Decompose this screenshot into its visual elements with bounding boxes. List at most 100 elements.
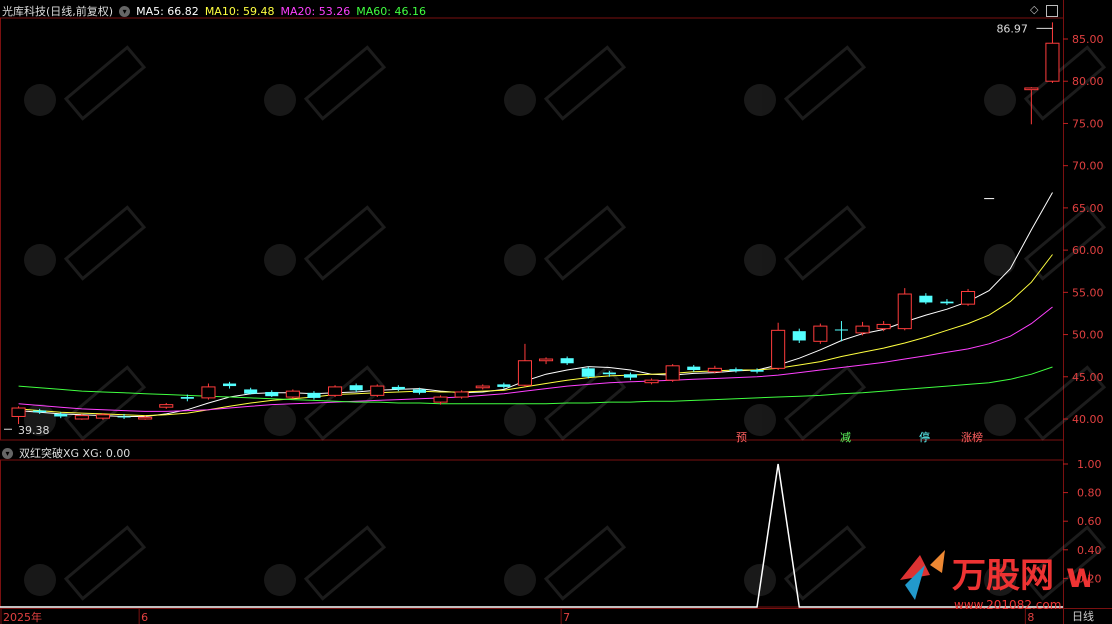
ma-line-ma5 (18, 192, 1053, 417)
watermark-mark (264, 244, 296, 276)
y-tick-label: 55.00 (1072, 286, 1104, 299)
ma5-legend: MA5: 66.82 (136, 4, 199, 18)
candle-body (897, 293, 912, 330)
candle-body (117, 416, 131, 418)
y-tick-label: 45.00 (1072, 371, 1104, 384)
watermark-mark (264, 404, 296, 436)
watermark-mark (984, 244, 1016, 276)
period-label[interactable]: 日线 (1072, 608, 1094, 624)
watermark-text: 万股网 www.201082.com (952, 556, 1090, 596)
candle-body (475, 385, 490, 389)
chevron-down-icon[interactable]: ▾ (2, 447, 13, 459)
candle-body (961, 290, 976, 305)
candle-body (159, 404, 174, 408)
candle-body (581, 368, 595, 377)
watermark-tile (744, 45, 867, 121)
y-tick-label: 75.00 (1072, 117, 1104, 130)
watermark-mark (744, 244, 776, 276)
watermark-mark (264, 84, 296, 116)
candle-body (729, 369, 743, 371)
watermark-tile (264, 525, 387, 601)
candle-body (665, 365, 680, 381)
candle-body (454, 391, 469, 398)
y-tick-label: 50.00 (1072, 329, 1104, 342)
chevron-down-icon[interactable]: ▾ (119, 5, 131, 17)
candle-body (138, 416, 153, 420)
y-tick-label: 85.00 (1072, 33, 1104, 46)
indicator-header: ▾ 双红突破XG XG: 0.00 (2, 445, 136, 461)
signal-badge-ting: 停 (919, 431, 930, 444)
watermark-tile (984, 205, 1107, 281)
watermark-mark (63, 525, 147, 601)
watermark-tile (504, 525, 627, 601)
kline-chart[interactable]: 85.00 80.00 75.00 70.00 65.00 60.00 55.00 50.00… (0, 0, 1112, 624)
candle-body (792, 331, 806, 341)
y-tick-label: 70.00 (1072, 160, 1104, 173)
watermark-mark (63, 205, 147, 281)
candle-body (433, 396, 448, 403)
candle-body (560, 358, 574, 364)
signal-badge-yu: 预 (736, 431, 747, 444)
candle-body (919, 295, 933, 303)
candle-body (771, 329, 786, 369)
watermark-tile (744, 365, 867, 441)
candle-body (391, 386, 405, 390)
y-tick-label: 1.00 (1077, 458, 1102, 471)
watermark-mark (543, 525, 627, 601)
watermark-tile (504, 45, 627, 121)
candle-body (95, 414, 110, 419)
watermark-mark (783, 45, 867, 121)
candle-body (11, 407, 26, 417)
ma20-legend: MA20: 53.26 (280, 4, 351, 18)
watermark-mark (984, 404, 1016, 436)
candle-body (940, 301, 954, 304)
ma-line-ma20 (18, 306, 1053, 412)
watermark-tile (24, 45, 147, 121)
candle-body (644, 379, 659, 384)
candle-body (307, 392, 321, 398)
y-tick-label: 0.60 (1077, 515, 1102, 528)
watermark-mark (504, 404, 536, 436)
window-icon[interactable] (1046, 5, 1058, 17)
watermark-mark (24, 244, 56, 276)
candle-body (707, 367, 722, 373)
candle-body (349, 385, 363, 391)
x-tick-label: 7 (563, 611, 570, 624)
ma10-legend: MA10: 59.48 (204, 4, 275, 18)
stock-title[interactable]: 光库科技(日线,前复权) (2, 3, 113, 19)
candle-body (539, 358, 554, 362)
watermark-tile (264, 205, 387, 281)
candle-body (1024, 87, 1039, 91)
watermark-mark (303, 45, 387, 121)
watermark-logo: 万股网 www.201082.com www.201082.com (890, 545, 1112, 619)
candle-body (687, 366, 701, 371)
watermark-mark (63, 45, 147, 121)
watermark-mark (303, 525, 387, 601)
indicator-title[interactable]: 双红突破XG XG: 0.00 (19, 445, 130, 461)
candle-body (285, 390, 300, 398)
candle-body (328, 386, 343, 396)
candle-body (876, 323, 891, 330)
y-tick-label: 80.00 (1072, 75, 1104, 88)
watermark-mark (783, 525, 867, 601)
y-tick-label: 60.00 (1072, 244, 1104, 257)
watermark-tile (744, 205, 867, 281)
x-tick-label: 2025年 (3, 610, 42, 624)
candle-body (602, 372, 616, 375)
candle-body (265, 391, 279, 397)
candle-body (201, 386, 216, 399)
candle-body (750, 370, 764, 372)
watermark-mark (744, 84, 776, 116)
watermark-mark (63, 365, 147, 441)
watermark-tile (24, 525, 147, 601)
watermark-mark (24, 84, 56, 116)
watermark-mark (543, 45, 627, 121)
ma60-legend: MA60: 46.16 (356, 4, 426, 18)
diamond-icon[interactable]: ◇ (1030, 3, 1038, 16)
y-tick-label: 40.00 (1072, 413, 1104, 426)
candle-body (74, 415, 89, 420)
candle-body (412, 389, 426, 393)
main-panel-frame (0, 17, 1064, 441)
candle-body (223, 383, 237, 387)
candle-body (244, 389, 258, 394)
